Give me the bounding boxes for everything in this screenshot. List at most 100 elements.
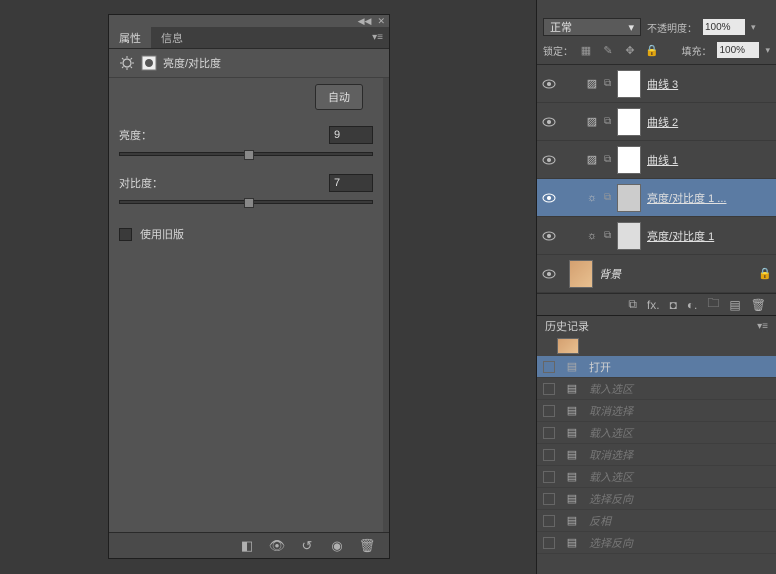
fill-label: 填充： [681, 43, 711, 58]
visibility-icon[interactable] [541, 114, 557, 130]
history-marker[interactable] [543, 493, 555, 505]
lock-icons: ▦ ✎ ✥ 🔒 [579, 43, 659, 57]
visibility-icon[interactable] [541, 228, 557, 244]
chevron-down-icon: ▾ [628, 21, 634, 34]
history-label: 反相 [589, 513, 611, 529]
tab-info[interactable]: 信息 [151, 27, 193, 48]
view-previous-icon[interactable]: 👁 [269, 538, 285, 554]
layer-name[interactable]: 背景 [599, 266, 621, 282]
brightness-value[interactable] [329, 126, 373, 144]
history-marker[interactable] [543, 471, 555, 483]
document-icon: ▤ [565, 492, 579, 506]
trash-icon[interactable]: 🗑 [751, 298, 766, 312]
mask-thumb[interactable] [617, 108, 641, 136]
tab-properties[interactable]: 属性 [109, 27, 151, 48]
layer-name[interactable]: 曲线 2 [647, 114, 678, 130]
history-label: 选择反向 [589, 535, 633, 551]
history-tab[interactable]: 历史记录 [545, 318, 589, 334]
contrast-slider[interactable] [119, 200, 373, 204]
history-panel: 历史记录 ▾≡ ▤ 打开 ▤ 载入选区 ▤ 取消选择 [537, 315, 776, 554]
layer-thumb[interactable] [569, 260, 593, 288]
history-marker[interactable] [543, 361, 555, 373]
history-item[interactable]: ▤ 取消选择 [537, 400, 776, 422]
layer-row[interactable]: ☼ ⧉ 亮度/对比度 1 ... [537, 179, 776, 217]
toggle-visibility-icon[interactable]: ◉ [329, 538, 345, 554]
history-label: 载入选区 [589, 425, 633, 441]
lock-icon: 🔒 [758, 267, 772, 280]
brightness-contrast-icon: ☼ [583, 227, 601, 245]
layer-row[interactable]: 背景 🔒 [537, 255, 776, 293]
history-label: 选择反向 [589, 491, 633, 507]
panel-menu-icon[interactable]: ▾≡ [372, 32, 383, 43]
fill-value[interactable]: 100% [717, 42, 759, 58]
layer-row[interactable]: ▨ ⧉ 曲线 3 [537, 65, 776, 103]
layer-list: ▨ ⧉ 曲线 3 ▨ ⧉ 曲线 2 ▨ ⧉ 曲线 1 [537, 64, 776, 293]
layers-footer: ⧉ fx. ◘ ◐. 🗀 ▤ 🗑 [537, 293, 776, 315]
mask-thumb[interactable] [617, 70, 641, 98]
panel-menu-icon[interactable]: ▾≡ [757, 321, 768, 332]
mask-add-icon[interactable]: ◘ [670, 298, 677, 312]
history-item[interactable]: ▤ 反相 [537, 510, 776, 532]
brightness-slider[interactable] [119, 152, 373, 156]
document-icon: ▤ [565, 360, 579, 374]
history-label: 载入选区 [589, 381, 633, 397]
visibility-icon[interactable] [541, 76, 557, 92]
chevron-down-icon[interactable]: ▾ [765, 45, 770, 56]
auto-button[interactable]: 自动 [315, 84, 363, 110]
visibility-icon[interactable] [541, 190, 557, 206]
visibility-icon[interactable] [541, 266, 557, 282]
lock-position-icon[interactable]: ✥ [623, 43, 637, 57]
collapse-icon[interactable]: ◀◀ [358, 16, 372, 27]
legacy-checkbox[interactable] [119, 228, 132, 241]
fx-icon[interactable]: fx. [647, 298, 660, 312]
layer-name[interactable]: 曲线 3 [647, 76, 678, 92]
reset-icon[interactable]: ↺ [299, 538, 315, 554]
history-snapshot-row[interactable] [537, 336, 776, 356]
history-item[interactable]: ▤ 载入选区 [537, 422, 776, 444]
new-layer-icon[interactable]: ▤ [729, 298, 740, 312]
history-marker[interactable] [543, 515, 555, 527]
visibility-icon[interactable] [541, 152, 557, 168]
link-layers-icon[interactable]: ⧉ [628, 297, 637, 312]
lock-pixels-icon[interactable]: ✎ [601, 43, 615, 57]
contrast-thumb[interactable] [244, 198, 254, 208]
snapshot-thumb[interactable] [557, 338, 579, 354]
history-marker[interactable] [543, 449, 555, 461]
mask-thumb[interactable] [617, 184, 641, 212]
chevron-down-icon[interactable]: ▾ [751, 22, 756, 33]
layers-toolbar [537, 0, 776, 14]
layer-name[interactable]: 亮度/对比度 1 ... [647, 190, 726, 206]
layer-row[interactable]: ▨ ⧉ 曲线 1 [537, 141, 776, 179]
layer-row[interactable]: ☼ ⧉ 亮度/对比度 1 [537, 217, 776, 255]
document-icon: ▤ [565, 382, 579, 396]
history-marker[interactable] [543, 383, 555, 395]
adjustment-add-icon[interactable]: ◐. [687, 298, 698, 312]
curves-icon: ▨ [583, 75, 601, 93]
document-icon: ▤ [565, 426, 579, 440]
group-icon[interactable]: 🗀 [707, 294, 719, 315]
history-item[interactable]: ▤ 选择反向 [537, 532, 776, 554]
history-marker[interactable] [543, 537, 555, 549]
layer-row[interactable]: ▨ ⧉ 曲线 2 [537, 103, 776, 141]
history-item[interactable]: ▤ 载入选区 [537, 466, 776, 488]
history-item[interactable]: ▤ 载入选区 [537, 378, 776, 400]
mask-thumb[interactable] [617, 222, 641, 250]
history-item[interactable]: ▤ 打开 [537, 356, 776, 378]
blend-mode-value: 正常 [550, 19, 572, 35]
lock-all-icon[interactable]: 🔒 [645, 43, 659, 57]
mask-thumb[interactable] [617, 146, 641, 174]
history-item[interactable]: ▤ 选择反向 [537, 488, 776, 510]
layer-name[interactable]: 亮度/对比度 1 [647, 228, 714, 244]
brightness-thumb[interactable] [244, 150, 254, 160]
lock-transparent-icon[interactable]: ▦ [579, 43, 593, 57]
layer-name[interactable]: 曲线 1 [647, 152, 678, 168]
history-marker[interactable] [543, 427, 555, 439]
contrast-value[interactable] [329, 174, 373, 192]
blend-mode-dropdown[interactable]: 正常 ▾ [543, 18, 641, 36]
opacity-value[interactable]: 100% [703, 19, 745, 35]
trash-icon[interactable]: 🗑 [359, 538, 375, 554]
close-icon[interactable]: ✕ [377, 16, 385, 27]
history-item[interactable]: ▤ 取消选择 [537, 444, 776, 466]
clip-icon[interactable]: ◧ [239, 538, 255, 554]
history-marker[interactable] [543, 405, 555, 417]
